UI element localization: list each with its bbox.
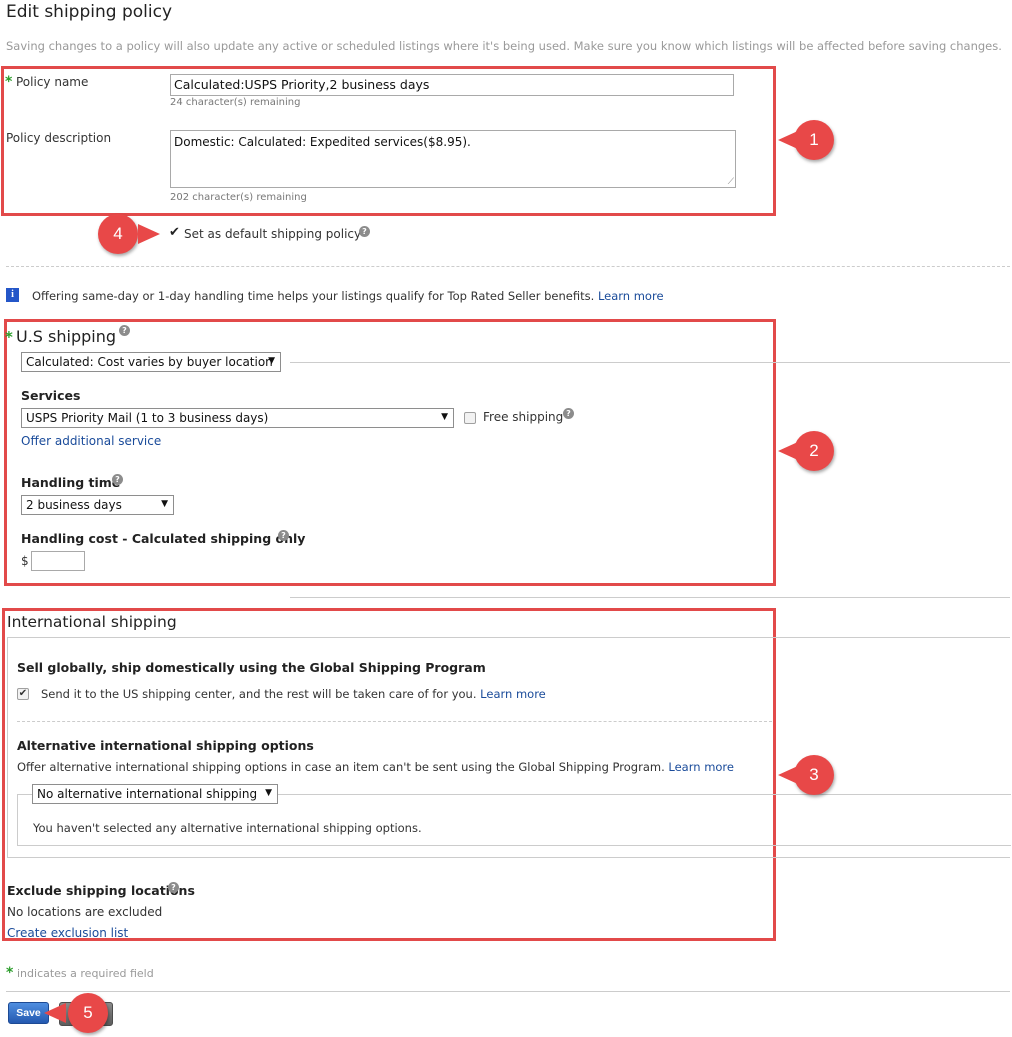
callout-number: 4 [113,224,123,243]
free-shipping-label: Free shipping [483,410,564,424]
required-asterisk: * [6,965,14,981]
alt-shipping-value: No alternative international shipping [37,787,258,801]
save-button[interactable]: Save [8,1002,49,1024]
save-label: Save [16,1007,41,1019]
footer-rule [6,991,1010,992]
policy-description-remaining: 202 character(s) remaining [170,192,307,203]
default-policy-help-icon[interactable]: ? [359,226,370,237]
us-shipping-title: U.S shipping [16,327,117,346]
callout-number: 2 [809,441,819,460]
annotation-callout-3: 3 [778,755,834,795]
page-title: Edit shipping policy [6,2,172,22]
required-asterisk: * [5,328,13,346]
alt-none-text: You haven't selected any alternative int… [33,821,422,835]
chevron-down-icon: ▼ [268,356,275,366]
create-exclusion-list-link[interactable]: Create exclusion list [7,926,128,940]
info-banner-text: Offering same-day or 1-day handling time… [32,289,664,303]
policy-description-textarea[interactable]: Domestic: Calculated: Expedited services… [170,130,736,188]
callout-number: 5 [83,1003,93,1022]
handling-time-label: Handling time [21,475,121,490]
gsp-checkbox[interactable]: ✔ [17,688,29,700]
chevron-down-icon: ▼ [265,788,272,798]
us-shipping-bottom-rule [290,597,1010,598]
info-icon: i [6,288,19,302]
chevron-down-icon: ▼ [441,412,448,422]
alt-heading: Alternative international shipping optio… [17,738,314,753]
handling-time-value: 2 business days [26,498,122,512]
default-policy-checkbox[interactable]: ✔ [169,225,180,240]
service-select[interactable]: USPS Priority Mail (1 to 3 business days… [21,408,454,428]
policy-description-text: Domestic: Calculated: Expedited services… [174,135,471,149]
international-divider [17,721,772,722]
service-value: USPS Priority Mail (1 to 3 business days… [26,411,269,425]
handling-time-select[interactable]: 2 business days ▼ [21,495,174,515]
info-banner-message: Offering same-day or 1-day handling time… [32,289,595,303]
gsp-message: Send it to the US shipping center, and t… [41,687,477,701]
us-shipping-help-icon[interactable]: ? [119,325,130,336]
policy-name-label: Policy name [16,75,89,89]
offer-additional-service-link[interactable]: Offer additional service [21,434,161,448]
cost-type-value: Calculated: Cost varies by buyer locatio… [26,355,273,369]
free-shipping-help-icon[interactable]: ? [563,408,574,419]
cost-type-select[interactable]: Calculated: Cost varies by buyer locatio… [21,352,281,372]
alt-shipping-select[interactable]: No alternative international shipping ▼ [32,784,278,804]
info-learn-more-link[interactable]: Learn more [598,289,664,303]
handling-time-help-icon[interactable]: ? [112,474,123,485]
default-policy-label: Set as default shipping policy [184,227,362,241]
callout-number: 1 [809,130,819,149]
exclude-text: No locations are excluded [7,905,163,919]
alt-message: Offer alternative international shipping… [17,760,665,774]
annotation-callout-2: 2 [778,431,834,471]
gsp-learn-more-link[interactable]: Learn more [480,687,546,701]
section-divider [6,266,1010,267]
international-panel-left [7,637,8,857]
callout-number: 3 [809,765,819,784]
gsp-heading: Sell globally, ship domestically using t… [17,660,486,675]
gsp-text: Send it to the US shipping center, and t… [41,687,546,701]
international-panel-bottom [7,857,1010,858]
exclude-help-icon[interactable]: ? [168,882,179,893]
annotation-callout-5: 5 [44,993,108,1033]
annotation-callout-1: 1 [778,120,834,160]
international-title: International shipping [7,613,177,631]
international-panel-top [7,637,1010,638]
services-label: Services [21,388,81,403]
alt-text: Offer alternative international shipping… [17,760,734,774]
chevron-down-icon: ▼ [161,499,168,509]
us-shipping-rule [290,362,1010,363]
exclude-heading: Exclude shipping locations [7,883,195,898]
handling-cost-label: Handling cost - Calculated shipping only [21,531,306,546]
page-notice: Saving changes to a policy will also upd… [6,39,1002,53]
policy-description-label: Policy description [6,131,112,145]
free-shipping-checkbox[interactable] [464,412,476,424]
required-note: indicates a required field [17,967,154,980]
handling-cost-help-icon[interactable]: ? [278,530,289,541]
annotation-callout-4: 4 [98,214,160,254]
policy-name-input[interactable]: Calculated:USPS Priority,2 business days [170,74,734,96]
resize-grip-icon[interactable]: ⟋ [728,178,734,187]
policy-name-remaining: 24 character(s) remaining [170,97,301,108]
alt-learn-more-link[interactable]: Learn more [668,760,734,774]
required-asterisk: * [5,74,13,90]
handling-cost-input[interactable] [31,551,85,571]
currency-symbol: $ [21,554,29,568]
